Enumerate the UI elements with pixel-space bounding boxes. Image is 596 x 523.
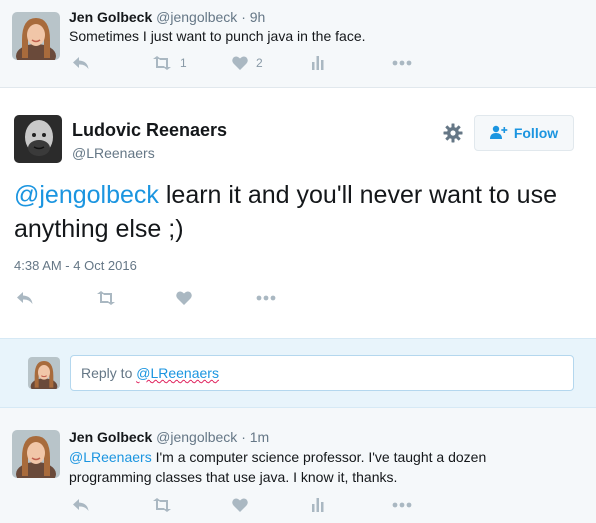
analytics-action[interactable]	[312, 498, 392, 512]
ancestor-tweet[interactable]: Jen Golbeck @jengolbeck · 9h Sometimes I…	[0, 0, 596, 88]
mention-link[interactable]: @jengolbeck	[14, 181, 159, 209]
heart-icon	[232, 498, 248, 512]
separator-dot: ·	[241, 429, 246, 445]
tweet-header: Jen Golbeck @jengolbeck · 1m	[69, 429, 269, 445]
follow-label: Follow	[513, 125, 559, 141]
reply-action[interactable]	[72, 56, 152, 70]
tweet-text: @jengolbeck learn it and you'll never wa…	[14, 178, 574, 246]
author-handle[interactable]: @jengolbeck	[156, 429, 237, 445]
more-icon	[392, 60, 412, 66]
reply-action[interactable]	[72, 498, 152, 512]
reply-input[interactable]: Reply to @LReenaers	[70, 355, 574, 391]
tweet-time[interactable]: 1m	[250, 429, 269, 445]
author-name[interactable]: Jen Golbeck	[69, 429, 152, 445]
reply-tweet[interactable]: Jen Golbeck @jengolbeck · 1m @LReenaers …	[0, 408, 596, 523]
retweet-action[interactable]	[96, 291, 176, 305]
author-handle[interactable]: @LReenaers	[72, 145, 155, 161]
tweet-header: Jen Golbeck @jengolbeck · 9h	[69, 9, 265, 25]
author-name[interactable]: Jen Golbeck	[69, 9, 152, 25]
retweet-icon	[152, 498, 172, 512]
avatar[interactable]	[14, 115, 62, 163]
like-count: 2	[256, 56, 263, 70]
analytics-icon	[312, 498, 324, 512]
tweet-time[interactable]: 9h	[250, 9, 266, 25]
gear-icon[interactable]	[443, 123, 463, 148]
separator-dot: ·	[241, 9, 246, 25]
author-handle[interactable]: @jengolbeck	[156, 9, 237, 25]
reply-icon	[72, 498, 90, 512]
tweet-actions: 1 2	[72, 56, 412, 70]
tweet-actions	[16, 291, 276, 305]
retweet-icon	[96, 291, 116, 305]
like-action[interactable]: 2	[232, 56, 312, 70]
avatar[interactable]	[12, 430, 60, 478]
like-action[interactable]	[232, 498, 312, 512]
tweet-text: @LReenaers I'm a computer science profes…	[69, 447, 509, 487]
main-tweet: Ludovic Reenaers @LReenaers Follow @jeng…	[0, 88, 596, 338]
analytics-action[interactable]	[312, 56, 392, 70]
add-user-icon	[489, 125, 514, 142]
heart-icon	[176, 291, 192, 305]
tweet-text: Sometimes I just want to punch java in t…	[69, 28, 366, 44]
reply-box: Reply to @LReenaers	[0, 338, 596, 408]
tweet-timestamp[interactable]: 4:38 AM - 4 Oct 2016	[14, 258, 137, 273]
analytics-icon	[312, 56, 324, 70]
reply-action[interactable]	[16, 291, 96, 305]
retweet-icon	[152, 56, 172, 70]
retweet-count: 1	[180, 56, 187, 70]
current-user-avatar	[28, 357, 60, 389]
like-action[interactable]	[176, 291, 256, 305]
reply-prefix: Reply to	[81, 365, 137, 381]
follow-button[interactable]: Follow	[474, 115, 574, 151]
heart-icon	[232, 56, 248, 70]
more-action[interactable]	[256, 295, 276, 301]
retweet-action[interactable]: 1	[152, 56, 232, 70]
reply-icon	[16, 291, 34, 305]
avatar[interactable]	[12, 12, 60, 60]
mention-link[interactable]: @LReenaers	[69, 449, 152, 465]
retweet-action[interactable]	[152, 498, 232, 512]
more-action[interactable]	[392, 60, 412, 66]
tweet-actions	[72, 498, 412, 512]
more-icon	[256, 295, 276, 301]
more-action[interactable]	[392, 502, 412, 508]
reply-handle: @LReenaers	[136, 365, 219, 381]
author-name[interactable]: Ludovic Reenaers	[72, 120, 227, 141]
more-icon	[392, 502, 412, 508]
reply-icon	[72, 56, 90, 70]
